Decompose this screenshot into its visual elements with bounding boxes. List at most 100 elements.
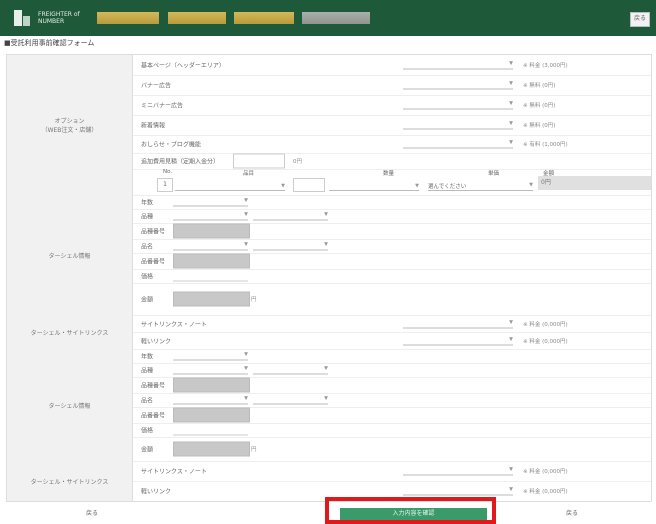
- name-select[interactable]: ▼: [173, 396, 248, 405]
- data-label: 金額: [141, 296, 154, 304]
- option-price-note: ※ 料金 (3,000円): [523, 63, 568, 69]
- sitelink-row: サイトリンクス・ノート ▼ ※ 料金 (0,000円): [133, 315, 651, 333]
- option-select[interactable]: ▼: [403, 61, 513, 70]
- data-label: 品番番号: [141, 412, 166, 420]
- option-price-note: ※ 有料 (1,000円): [523, 142, 568, 148]
- option-select[interactable]: ▼: [403, 140, 513, 149]
- chevron-down-icon: ▼: [244, 211, 248, 218]
- data-row-type: 品種 ▼ ▼: [133, 363, 651, 378]
- chevron-down-icon: ▼: [415, 183, 419, 189]
- sitelink-row: サイトリンクス・ノート ▼ ※ 料金 (0,000円): [133, 461, 651, 482]
- nav-button-2[interactable]: [168, 12, 226, 24]
- section-sublabel: （WEB注文・店舗）: [41, 127, 98, 134]
- section-label: ターシェル・サイトリンクス: [30, 478, 109, 486]
- section-data: ターシェル情報: [7, 195, 133, 316]
- item-price-select[interactable]: 選んでください ▼: [428, 182, 533, 191]
- amount-field: [173, 441, 250, 457]
- section-label: ターシェル・サイトリンクス: [30, 329, 109, 337]
- extra-cost-label: 追加費用見積（定期入金分）: [141, 158, 220, 166]
- item-number-field[interactable]: [173, 407, 250, 423]
- chevron-down-icon: ▼: [244, 351, 248, 358]
- chevron-down-icon: ▼: [509, 80, 513, 87]
- option-label: バナー広告: [141, 82, 172, 90]
- name-sub-select[interactable]: ▼: [253, 396, 328, 405]
- option-price-note: ※ 無料 (0円): [523, 123, 556, 129]
- sitelink-note: ※ 料金 (0,000円): [523, 489, 568, 495]
- sitelink-select[interactable]: ▼: [403, 319, 513, 328]
- chevron-down-icon: ▼: [244, 365, 248, 372]
- page-title: ■受託利用事前確認フォーム: [4, 39, 95, 47]
- data-row-price: 価格: [133, 423, 651, 438]
- option-select[interactable]: ▼: [403, 101, 513, 110]
- sitelink-select[interactable]: ▼: [403, 336, 513, 345]
- data-row-year: 年数 ▼: [133, 195, 651, 210]
- data-label: 金額: [141, 446, 154, 454]
- item-name-select[interactable]: ▼: [175, 183, 285, 191]
- option-row: ミニバナー広告 ▼ ※ 無料 (0円): [133, 95, 651, 116]
- type-sub-select[interactable]: ▼: [253, 366, 328, 375]
- chevron-down-icon: ▼: [509, 139, 513, 146]
- header-bar: FREIGHTER of NUMBER 戻る: [0, 0, 656, 36]
- amount-unit: 円: [251, 447, 257, 453]
- chevron-down-icon: ▼: [509, 486, 513, 493]
- item-header-no: No.: [163, 169, 173, 175]
- price-field[interactable]: [173, 270, 248, 282]
- option-label: 基本ページ（ヘッダーエリア）: [141, 62, 225, 70]
- data-row-year: 年数 ▼: [133, 349, 651, 364]
- price-field[interactable]: [173, 424, 248, 436]
- sitelink-note: ※ 料金 (0,000円): [523, 338, 568, 345]
- data-label: 品名: [141, 243, 154, 251]
- section-label: オプション: [54, 118, 85, 125]
- name-sub-select[interactable]: ▼: [253, 242, 328, 251]
- item-table: No. 品目 数量 単価 金額 1 ▼ ▼ 選んでください ▼ 0円: [133, 169, 651, 196]
- item-amount-cell: 0円: [538, 176, 651, 190]
- item-spacer-cell: [293, 178, 325, 192]
- year-select[interactable]: ▼: [173, 198, 248, 207]
- section-options: オプション （WEB注文・店舗）: [7, 55, 133, 196]
- data-label: 品種: [141, 367, 154, 375]
- data-label: 年数: [141, 353, 154, 361]
- sitelink-label: 軽いリンク: [141, 488, 172, 496]
- chevron-down-icon: ▼: [324, 211, 328, 218]
- option-select[interactable]: ▼: [403, 81, 513, 90]
- data-row-amount: 金額 円: [133, 283, 651, 316]
- section-label: ターシェル情報: [48, 402, 91, 410]
- back-link-left[interactable]: 戻る: [86, 508, 98, 517]
- sitelink-label: サイトリンクス・ノート: [141, 321, 207, 328]
- logo-text: FREIGHTER of NUMBER: [38, 11, 80, 25]
- chevron-down-icon: ▼: [244, 197, 248, 204]
- data-label: 年数: [141, 199, 154, 207]
- amount-unit: 円: [251, 297, 257, 303]
- type-select[interactable]: ▼: [173, 212, 248, 221]
- item-no-cell: 1: [157, 178, 173, 192]
- chevron-down-icon: ▼: [324, 395, 328, 402]
- data-row-type: 品種 ▼ ▼: [133, 209, 651, 224]
- nav-button-4[interactable]: [302, 12, 370, 24]
- year-select[interactable]: ▼: [173, 352, 248, 361]
- nav-button-1[interactable]: [97, 12, 159, 24]
- chevron-down-icon: ▼: [324, 241, 328, 248]
- extra-cost-input[interactable]: [233, 153, 285, 169]
- item-qty-select[interactable]: ▼: [329, 183, 419, 191]
- sitelink-select[interactable]: ▼: [403, 487, 513, 496]
- chevron-down-icon: ▼: [509, 60, 513, 67]
- type-sub-select[interactable]: ▼: [253, 212, 328, 221]
- header-back-button[interactable]: 戻る: [630, 12, 650, 27]
- type-select[interactable]: ▼: [173, 366, 248, 375]
- back-link-right[interactable]: 戻る: [566, 508, 578, 517]
- name-select[interactable]: ▼: [173, 242, 248, 251]
- sitelink-select[interactable]: ▼: [403, 467, 513, 476]
- chevron-down-icon: ▼: [324, 365, 328, 372]
- nav-button-3[interactable]: [234, 12, 294, 24]
- highlight-frame: [325, 497, 496, 524]
- data-row-name: 品名 ▼ ▼: [133, 393, 651, 408]
- sitelink-label: サイトリンクス・ノート: [141, 468, 207, 476]
- option-price-note: ※ 無料 (0円): [523, 83, 556, 89]
- type-number-field[interactable]: [173, 223, 250, 239]
- chevron-down-icon: ▼: [509, 100, 513, 107]
- type-number-field[interactable]: [173, 377, 250, 393]
- option-select[interactable]: ▼: [403, 121, 513, 130]
- data-row-amount: 金額 円: [133, 437, 651, 462]
- item-number-field[interactable]: [173, 253, 250, 269]
- option-row: 新着情報 ▼ ※ 無料 (0円): [133, 115, 651, 136]
